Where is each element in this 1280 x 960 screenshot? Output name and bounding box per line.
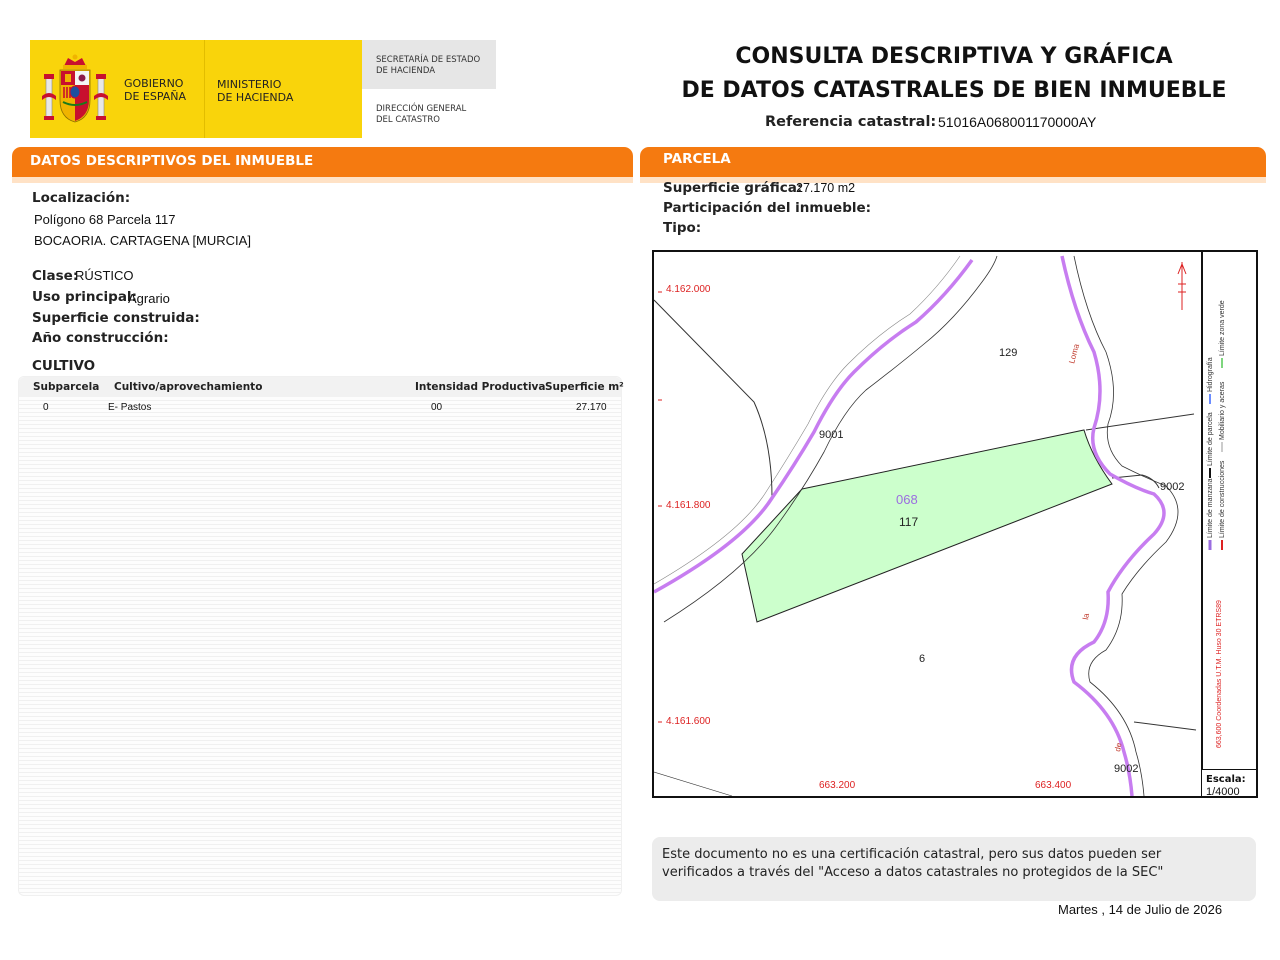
gov-logo-divider [204, 40, 205, 138]
map-label-9002-a: 9002 [1160, 481, 1184, 493]
y-coord-label: 4.161.800 [666, 500, 711, 511]
parcela-header: PARCELA [640, 147, 1266, 183]
svg-text:Límite de construcciones: Límite de construcciones [1219, 460, 1226, 538]
svg-text:Hidrografía: Hidrografía [1207, 357, 1214, 392]
document-title-line1: CONSULTA DESCRIPTIVA Y GRÁFICA [735, 44, 1173, 69]
document-title-line2: DE DATOS CATASTRALES DE BIEN INMUEBLE [681, 78, 1227, 103]
map-label-068: 068 [896, 492, 918, 507]
gov-gobierno-text: GOBIERNO DE ESPAÑA [124, 77, 187, 103]
svg-text:Mobiliario y aceras: Mobiliario y aceras [1219, 381, 1226, 440]
gov-ministerio-text: MINISTERIO DE HACIENDA [217, 78, 294, 104]
cell-intensidad: 00 [431, 402, 443, 413]
superficie-grafica-label: Superficie gráfica: [663, 180, 803, 196]
north-arrow [1177, 262, 1187, 310]
referencia-label: Referencia catastral: [765, 114, 937, 130]
cadastral-map[interactable]: 129 9001 9002 9002 068 117 6 Loma la de … [652, 250, 1258, 798]
scale-box: Escala: 1/4000 [1201, 769, 1256, 798]
gov-secretaria-text: SECRETARÍA DE ESTADO DE HACIENDA [376, 55, 481, 76]
parcela-title: PARCELA [663, 151, 731, 167]
referencia-catastral: Referencia catastral: 51016A068001170000… [765, 113, 1096, 130]
road-right-line [1060, 255, 1166, 796]
parcel-boundary-line [654, 771, 733, 796]
cell-cultivo: E- Pastos [108, 402, 152, 413]
col-superficie: Superficie m² [545, 381, 624, 393]
cell-subparcela: 0 [43, 402, 49, 413]
superficie-construida-label: Superficie construida: [32, 310, 200, 326]
x-coord-label: 663.400 [1035, 780, 1072, 791]
disclaimer-box: Este documento no es una certificación c… [652, 837, 1256, 901]
parcel-boundary-line [654, 299, 773, 499]
ano-construccion-label: Año construcción: [32, 330, 169, 346]
datos-descriptivos-title: DATOS DESCRIPTIVOS DEL INMUEBLE [30, 153, 314, 169]
svg-text:Límite zona verde: Límite zona verde [1219, 300, 1226, 356]
svg-text:Límite de manzana: Límite de manzana [1207, 478, 1214, 538]
referencia-value: 51016A068001170000AY [938, 114, 1097, 130]
parcel-boundary-line [1085, 413, 1195, 431]
clase-label: Clase: [32, 268, 79, 284]
road-right-edge [1073, 255, 1179, 796]
cultivo-table: Subparcela Cultivo/aprovechamiento Inten… [18, 376, 624, 896]
localizacion-label: Localización: [32, 190, 131, 206]
map-legend: Límite de manzana Límite de parcela Hidr… [1207, 300, 1226, 550]
map-label-129: 129 [999, 347, 1017, 359]
scale-label: Escala: [1206, 774, 1246, 785]
col-cultivo: Cultivo/aprovechamiento [114, 381, 263, 393]
coord-tick [658, 291, 662, 723]
y-coord-label: 4.161.600 [666, 716, 711, 727]
localizacion-line2: BOCAORIA. CARTAGENA [MURCIA] [34, 233, 251, 248]
localizacion-line1: Polígono 68 Parcela 117 [34, 212, 176, 227]
map-label-9001: 9001 [819, 429, 843, 441]
x-coord-label: 663.200 [819, 780, 856, 791]
cultivo-label: CULTIVO [32, 358, 96, 374]
svg-text:Límite de parcela: Límite de parcela [1207, 412, 1214, 466]
document-date: Martes , 14 de Julio de 2026 [1058, 902, 1223, 917]
map-label-6: 6 [919, 653, 925, 665]
participacion-label: Participación del inmueble: [663, 200, 872, 216]
map-road-label-b: la [1081, 612, 1091, 620]
disclaimer-text: Este documento no es una certificación c… [662, 847, 1164, 880]
clase-value: RÚSTICO [75, 268, 134, 283]
map-coords-note: 663,600 Coordenadas U.T.M. Huso 30 ETRS8… [1216, 600, 1223, 748]
map-label-117: 117 [899, 515, 918, 529]
map-road-label-a: Loma [1067, 342, 1081, 364]
legend-separator [1201, 252, 1203, 770]
map-label-9002-b: 9002 [1114, 763, 1138, 775]
coat-of-arms-icon [42, 54, 108, 123]
parcel-boundary-line [1133, 721, 1197, 731]
col-subparcela: Subparcela [33, 381, 100, 393]
uso-principal-label: Uso principal: [32, 289, 137, 305]
uso-principal-value: Agrario [128, 291, 170, 306]
scale-value: 1/4000 [1206, 786, 1240, 798]
col-intensidad: Intensidad Productiva [415, 381, 546, 393]
datos-descriptivos-header: DATOS DESCRIPTIVOS DEL INMUEBLE [12, 147, 633, 183]
superficie-grafica-value: 27.170 m2 [796, 181, 856, 195]
map-drawing: 129 9001 9002 9002 068 117 6 Loma la de … [654, 255, 1226, 796]
gov-direccion-text: DIRECCIÓN GENERAL DEL CATASTRO [376, 104, 467, 125]
document-title: CONSULTA DESCRIPTIVA Y GRÁFICA DE DATOS … [650, 40, 1258, 108]
government-header: GOBIERNO DE ESPAÑA MINISTERIO DE HACIEND… [30, 40, 496, 138]
tipo-label: Tipo: [663, 220, 702, 236]
cell-superficie: 27.170 [576, 402, 607, 413]
y-coord-label: 4.162.000 [666, 284, 711, 295]
